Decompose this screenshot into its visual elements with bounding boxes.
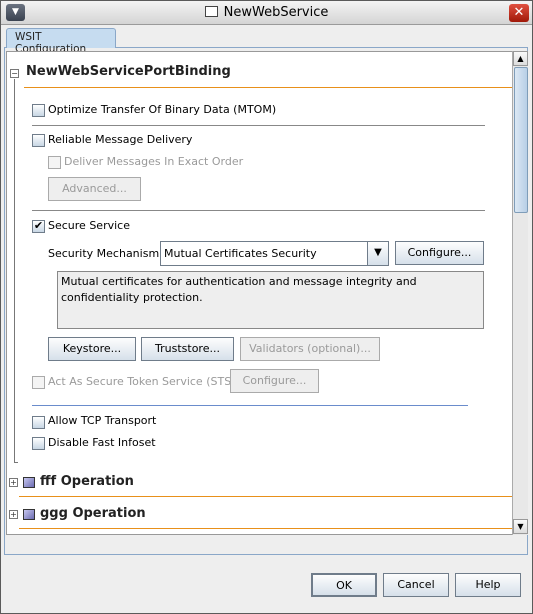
folder-icon	[23, 509, 35, 520]
fastinfoset-label: Disable Fast Infoset	[48, 436, 156, 449]
reliable-checkbox[interactable]	[32, 134, 45, 147]
tcp-label: Allow TCP Transport	[48, 414, 157, 427]
reliable-label: Reliable Message Delivery	[48, 133, 193, 146]
title-bar[interactable]: ▼ NewWebService ✕	[1, 1, 532, 25]
tcp-checkbox[interactable]	[32, 416, 45, 429]
help-button[interactable]: Help	[455, 573, 521, 597]
section-divider	[24, 87, 512, 88]
tab-wsit-configuration[interactable]: WSIT Configuration	[6, 28, 116, 55]
mechanism-value: Mutual Certificates Security	[164, 247, 317, 260]
operation-title[interactable]: ggg Operation	[40, 506, 146, 521]
mtom-checkbox[interactable]	[32, 104, 45, 117]
divider	[32, 125, 485, 126]
dialog-window: ▼ NewWebService ✕ WSIT Configuration − N…	[0, 0, 533, 614]
window-title-text: NewWebService	[223, 5, 329, 20]
keystore-label: Keystore...	[62, 342, 122, 355]
window-title: NewWebService	[1, 5, 532, 20]
divider	[32, 210, 485, 211]
ok-button[interactable]: OK	[311, 573, 377, 597]
validators-button[interactable]: Validators (optional)...	[240, 337, 380, 361]
keystore-button[interactable]: Keystore...	[48, 337, 136, 361]
mechanism-select[interactable]: Mutual Certificates Security ▼	[160, 241, 389, 266]
advanced-button[interactable]: Advanced...	[48, 177, 141, 201]
cancel-button[interactable]: Cancel	[383, 573, 449, 597]
window-icon	[204, 6, 218, 17]
expand-icon[interactable]: +	[9, 510, 18, 519]
chevron-down-icon[interactable]: ▼	[367, 242, 388, 265]
divider	[32, 405, 468, 406]
mechanism-description: Mutual certificates for authentication a…	[57, 271, 484, 329]
sts-checkbox[interactable]	[32, 376, 45, 389]
vertical-scrollbar[interactable]: ▲ ▼	[512, 51, 528, 535]
section-divider	[19, 528, 513, 529]
sts-label: Act As Secure Token Service (STS)	[48, 375, 236, 388]
secure-label: Secure Service	[48, 219, 130, 232]
operation-title[interactable]: fff Operation	[40, 474, 134, 489]
collapse-icon[interactable]: −	[10, 69, 19, 78]
truststore-button[interactable]: Truststore...	[141, 337, 234, 361]
scroll-down-icon[interactable]: ▼	[513, 519, 528, 534]
ordered-checkbox[interactable]	[48, 156, 61, 169]
ordered-label: Deliver Messages In Exact Order	[64, 155, 244, 168]
mtom-label: Optimize Transfer Of Binary Data (MTOM)	[48, 103, 277, 116]
tree-line-end	[14, 462, 18, 463]
secure-checkbox[interactable]: ✔	[32, 220, 45, 233]
tree-line	[14, 79, 15, 463]
section-divider	[19, 496, 513, 497]
fastinfoset-checkbox[interactable]	[32, 437, 45, 450]
folder-icon	[23, 477, 35, 488]
configure-button[interactable]: Configure...	[395, 241, 484, 265]
expand-icon[interactable]: +	[9, 478, 18, 487]
config-scroll-content: − NewWebServicePortBinding Optimize Tran…	[6, 51, 514, 535]
scroll-up-icon[interactable]: ▲	[513, 51, 528, 66]
close-button[interactable]: ✕	[509, 4, 529, 22]
binding-title: NewWebServicePortBinding	[26, 64, 231, 79]
truststore-label: Truststore...	[155, 342, 220, 355]
scrollbar-thumb[interactable]	[514, 67, 528, 213]
mechanism-label: Security Mechanism:	[48, 247, 163, 260]
sts-configure-button[interactable]: Configure...	[230, 369, 319, 393]
